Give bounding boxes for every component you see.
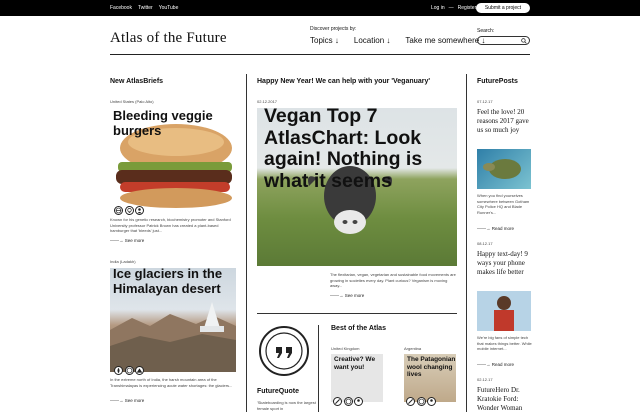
feature-headline[interactable]: Vegan Top 7 AtlasChart: Look again! Noth…: [264, 105, 454, 192]
post-caption: When you find yourselves somewhere betwe…: [477, 193, 530, 215]
nav-location[interactable]: Location ↓: [354, 36, 390, 45]
posts-heading: FuturePosts: [477, 78, 518, 85]
pencil-icon[interactable]: [406, 397, 415, 406]
globe-icon[interactable]: [343, 397, 353, 406]
top-bar: Facebook Twitter YouTube Log in — Regist…: [0, 0, 640, 16]
auth-links: Log in — Register: [431, 5, 476, 11]
search-icon[interactable]: [521, 38, 527, 44]
brief-caption: In the extreme north of India, the harsh…: [110, 377, 233, 388]
auth-separator: —: [448, 5, 454, 11]
post-headline[interactable]: FutureHero Dr. Kratokie Ford: Wonder Wom…: [477, 386, 533, 412]
see-more-link[interactable]: ——→ See more: [330, 293, 364, 298]
globe-icon[interactable]: [416, 397, 426, 406]
post-caption: We're big fans of simple tech that makes…: [477, 335, 532, 351]
globe-icon[interactable]: [114, 206, 123, 215]
main-nav: Topics ↓ Location ↓ Take me somewhere ↓: [310, 36, 485, 45]
see-more-link[interactable]: ——→ See more: [110, 398, 144, 403]
best-heading: Best of the Atlas: [331, 325, 386, 332]
people-icon[interactable]: [354, 397, 363, 406]
futurequote-text: 'Skateboarding is now the largest female…: [257, 400, 316, 411]
briefs-heading: New AtlasBriefs: [110, 78, 164, 85]
post-headline[interactable]: Happy text-day! 9 ways your phone makes …: [477, 250, 533, 277]
column-divider-left: [246, 74, 247, 412]
people-icon[interactable]: [135, 206, 144, 215]
futurequote-heading: FutureQuote: [257, 388, 299, 395]
pencil-icon[interactable]: [333, 397, 342, 406]
submit-project-button[interactable]: Submit a project: [476, 3, 530, 13]
login-link[interactable]: Log in: [431, 5, 445, 11]
brief-icons: [114, 206, 144, 215]
brief-location: India (Ladakh): [110, 259, 136, 264]
idea-icon[interactable]: [124, 206, 134, 215]
section-divider: [257, 313, 457, 314]
post-date: 08.12.17: [477, 241, 493, 246]
feature-caption: The flexitarian, vegan, vegetarian and s…: [330, 272, 456, 288]
card-icons: [333, 397, 363, 406]
discover-label: Discover projects by:: [310, 26, 357, 32]
person-illustration: [494, 296, 514, 331]
best-card[interactable]: The Patagonian wool changing lives: [404, 354, 456, 402]
brief-icons: [114, 366, 144, 375]
card-icons: [406, 397, 436, 406]
phone-user-image[interactable]: [477, 291, 531, 331]
nav-topics[interactable]: Topics ↓: [310, 36, 339, 45]
brief-location: United States (Palo Alto): [110, 99, 154, 104]
post-headline[interactable]: Feel the love! 20 reasons 2017 gave us s…: [477, 108, 533, 135]
people-icon[interactable]: [427, 397, 436, 406]
youtube-link[interactable]: YouTube: [159, 5, 179, 11]
globe-icon[interactable]: [124, 366, 134, 375]
feature-date: 02.12.2017: [257, 99, 278, 104]
post-date: 07.12.17: [477, 99, 493, 104]
brief-headline[interactable]: Ice glaciers in the Himalayan desert: [113, 266, 238, 296]
card-location: United Kingdom: [331, 346, 360, 351]
feature-heading: Happy New Year! We can help with your 'V…: [257, 78, 431, 85]
social-links: Facebook Twitter YouTube: [110, 5, 178, 11]
header-divider: [110, 54, 530, 55]
register-link[interactable]: Register: [458, 5, 477, 11]
water-icon[interactable]: [114, 366, 123, 375]
post-date: 02.12.17: [477, 377, 493, 382]
brief-caption: Known for his genetic research, biochemi…: [110, 217, 231, 233]
card-location: Argentina: [404, 346, 422, 351]
mountain-icon[interactable]: [135, 366, 144, 375]
card-headline: Creative? We want you!: [334, 356, 376, 371]
see-more-link[interactable]: ——→ See more: [110, 238, 144, 243]
column-divider-inner: [318, 325, 319, 412]
read-more-link[interactable]: ——→ Read more: [477, 226, 514, 231]
twitter-link[interactable]: Twitter: [138, 5, 153, 11]
brief-headline[interactable]: Bleeding veggie burgers: [113, 108, 238, 138]
best-card[interactable]: Creative? We want you!: [331, 354, 383, 402]
card-headline: The Patagonian wool changing lives: [407, 356, 456, 378]
site-logo[interactable]: Atlas of the Future: [110, 30, 227, 47]
search-label: Search:: [477, 28, 495, 34]
facebook-link[interactable]: Facebook: [110, 5, 132, 11]
turtle-illustration: [483, 159, 521, 179]
column-divider-right: [466, 74, 467, 412]
quote-icon[interactable]: [258, 325, 310, 377]
turtle-image[interactable]: [477, 149, 531, 189]
read-more-link[interactable]: ——→ Read more: [477, 362, 514, 367]
search-input[interactable]: [477, 36, 530, 45]
nav-take-me-somewhere[interactable]: Take me somewhere ↓: [405, 36, 485, 45]
